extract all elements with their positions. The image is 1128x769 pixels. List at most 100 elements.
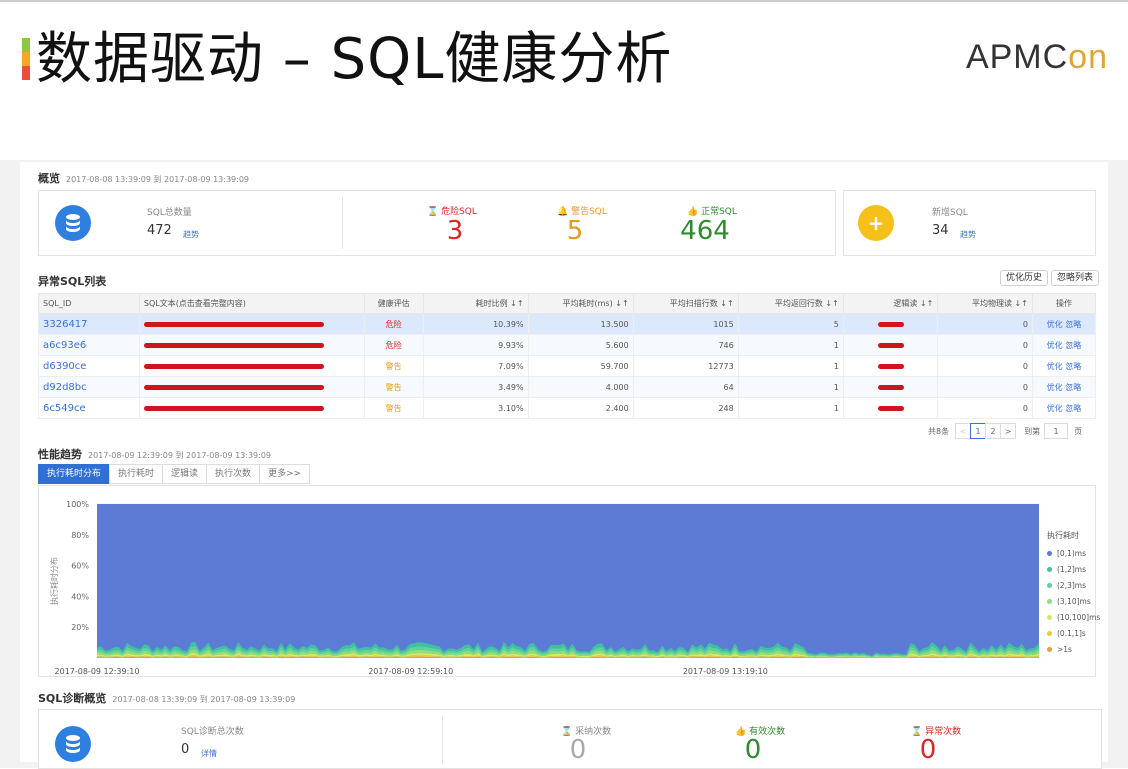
ratio-cell: 10.39% — [422, 313, 529, 335]
y-tick-label: 40% — [71, 592, 89, 601]
ignore-link[interactable]: 忽略 — [1065, 362, 1081, 371]
optimize-link[interactable]: 优化 — [1047, 320, 1063, 329]
sql-id-link[interactable]: a6c93e6 — [38, 334, 140, 356]
legend-dot — [1047, 630, 1052, 636]
optimize-link[interactable]: 优化 — [1047, 383, 1063, 392]
y-tick-label: 20% — [71, 623, 89, 632]
table-header-cell[interactable]: 平均耗时(ms) ↓↑ — [527, 293, 634, 314]
legend-item[interactable]: (0.1,1]s — [1047, 625, 1100, 641]
operation-cell: 优化 忽略 — [1031, 334, 1097, 356]
legend-item[interactable]: (1,2]ms — [1047, 561, 1100, 577]
goto-page-input[interactable]: 1 — [1044, 423, 1069, 439]
hourglass-icon: ⌛ — [427, 207, 439, 217]
trend-area-chart: 20% 40% 60% 80% 100% 2017-08-09 12:39:10 2017-… — [49, 500, 1039, 676]
legend-item[interactable]: >1s — [1047, 641, 1100, 657]
return-rows-cell: 1 — [737, 355, 844, 377]
redacted-sql-text — [143, 384, 324, 390]
sql-text-cell[interactable] — [138, 376, 365, 398]
legend-item[interactable]: (3,10]ms — [1047, 593, 1100, 609]
legend-item[interactable]: (10,100]ms — [1047, 609, 1100, 625]
trend-chart-card: 20% 40% 60% 80% 100% 2017-08-09 12:39:10 2017-… — [38, 485, 1100, 677]
y-tick-label: 60% — [71, 562, 89, 571]
optimize-link[interactable]: 优化 — [1047, 362, 1063, 371]
page-1-button[interactable]: 1 — [970, 423, 987, 439]
legend-dot — [1047, 582, 1052, 588]
table-row[interactable]: d6390ce 警告 7.09% 59.700 12773 1 0 优化 忽略 — [38, 355, 1097, 377]
phys-read-cell: 0 — [937, 334, 1033, 356]
sql-text-cell[interactable] — [138, 334, 365, 356]
diag-header: SQL诊断概览 2017-08-08 13:39:09 到 2017-08-09 … — [38, 692, 296, 705]
table-row[interactable]: a6c93e6 危险 9.93% 5.600 746 1 0 优化 忽略 — [38, 334, 1097, 356]
database-icon — [55, 726, 91, 762]
table-row[interactable]: 3326417 危险 10.39% 13.500 1015 5 0 优化 忽略 — [38, 313, 1097, 335]
optimize-link[interactable]: 优化 — [1047, 341, 1063, 350]
ignore-list-button[interactable]: 忽略列表 — [1051, 270, 1100, 286]
pagination: 共8条 < 1 2 > 到第 1 页 — [928, 423, 1082, 439]
sql-id-link[interactable]: d92d8bc — [38, 376, 140, 398]
ignore-link[interactable]: 忽略 — [1065, 320, 1081, 329]
sql-total-trend-link[interactable]: 趋势 — [183, 229, 199, 240]
table-header-cell[interactable]: 平均返回行数 ↓↑ — [737, 293, 844, 314]
sql-text-cell[interactable] — [138, 313, 365, 335]
ignore-link[interactable]: 忽略 — [1065, 404, 1081, 413]
divider — [442, 716, 443, 764]
table-header-cell[interactable]: 耗时比例 ↓↑ — [422, 293, 529, 314]
health-badge: 警告 — [363, 355, 424, 377]
logical-read-cell — [842, 313, 939, 335]
x-tick-label: 2017-08-09 13:19:10 — [683, 667, 768, 676]
legend-label: [0,1)ms — [1057, 548, 1086, 558]
tab-4[interactable]: 更多>> — [259, 464, 311, 484]
top-border — [0, 0, 1128, 2]
slide-title: 数据驱动 – SQL健康分析 — [36, 27, 673, 92]
diag-detail-link[interactable]: 详情 — [201, 748, 217, 759]
table-header-row: SQL_ID SQL文本(点击查看完整内容) 健康评估 耗时比例 ↓↑ 平均耗时(ms)… — [38, 293, 1097, 314]
sql-text-cell[interactable] — [138, 355, 365, 377]
brand-logo: APMCon — [966, 38, 1108, 77]
phys-read-cell: 0 — [937, 397, 1033, 419]
sql-id-link[interactable]: 6c549ce — [38, 397, 140, 419]
tab-3[interactable]: 执行次数 — [206, 464, 261, 484]
table-header-cell[interactable]: 逻辑读 ↓↑ — [842, 293, 939, 314]
tab-1[interactable]: 执行耗时 — [109, 464, 164, 484]
legend-title: 执行耗时 — [1047, 531, 1079, 540]
sql-id-link[interactable]: d6390ce — [38, 355, 140, 377]
y-axis-label: 执行耗时分布 — [49, 557, 59, 605]
sql-id-link[interactable]: 3326417 — [38, 313, 140, 335]
scan-rows-cell: 248 — [632, 397, 739, 419]
tab-0[interactable]: 执行耗时分布 — [38, 464, 111, 484]
ratio-cell: 7.09% — [422, 355, 529, 377]
table-header-cell[interactable]: 平均扫描行数 ↓↑ — [632, 293, 739, 314]
trend-header: 性能趋势 2017-08-09 12:39:09 到 2017-08-09 13:… — [38, 448, 272, 461]
avg-time-cell: 2.400 — [527, 397, 634, 419]
sql-text-cell[interactable] — [138, 397, 365, 419]
trend-tabs: 执行耗时分布 执行耗时 逻辑读 执行次数 更多>> — [38, 464, 311, 484]
return-rows-cell: 1 — [737, 376, 844, 398]
health-badge: 警告 — [363, 397, 424, 419]
page-2-button[interactable]: 2 — [985, 423, 1002, 439]
prev-page-button[interactable]: < — [955, 423, 972, 439]
table-header-cell[interactable]: 平均物理读 ↓↑ — [937, 293, 1033, 314]
divider — [342, 197, 343, 249]
abnormal-list-title: 异常SQL列表 — [38, 275, 107, 288]
logical-read-cell — [842, 334, 939, 356]
legend-label: (3,10]ms — [1057, 596, 1091, 606]
tab-2[interactable]: 逻辑读 — [162, 464, 208, 484]
diag-range: 2017-08-08 13:39:09 到 2017-08-09 13:39:0… — [112, 695, 296, 704]
new-sql-trend-link[interactable]: 趋势 — [960, 229, 976, 240]
scan-rows-cell: 64 — [632, 376, 739, 398]
trend-range: 2017-08-09 12:39:09 到 2017-08-09 13:39:0… — [88, 451, 272, 460]
y-tick-label: 80% — [71, 531, 89, 540]
table-row[interactable]: d92d8bc 警告 3.49% 4.000 64 1 0 优化 忽略 — [38, 376, 1097, 398]
optimize-history-button[interactable]: 优化历史 — [1000, 270, 1049, 286]
optimize-link[interactable]: 优化 — [1047, 404, 1063, 413]
valid-value: 0 — [744, 735, 762, 765]
ignore-link[interactable]: 忽略 — [1065, 341, 1081, 350]
avg-time-cell: 5.600 — [527, 334, 634, 356]
legend-item[interactable]: (2,3]ms — [1047, 577, 1100, 593]
table-row[interactable]: 6c549ce 警告 3.10% 2.400 248 1 0 优化 忽略 — [38, 397, 1097, 419]
goto-label: 到第 — [1024, 426, 1041, 436]
legend-item[interactable]: [0,1)ms — [1047, 545, 1100, 561]
next-page-button[interactable]: > — [1000, 423, 1017, 439]
redacted-logical-read — [877, 405, 904, 411]
ignore-link[interactable]: 忽略 — [1065, 383, 1081, 392]
